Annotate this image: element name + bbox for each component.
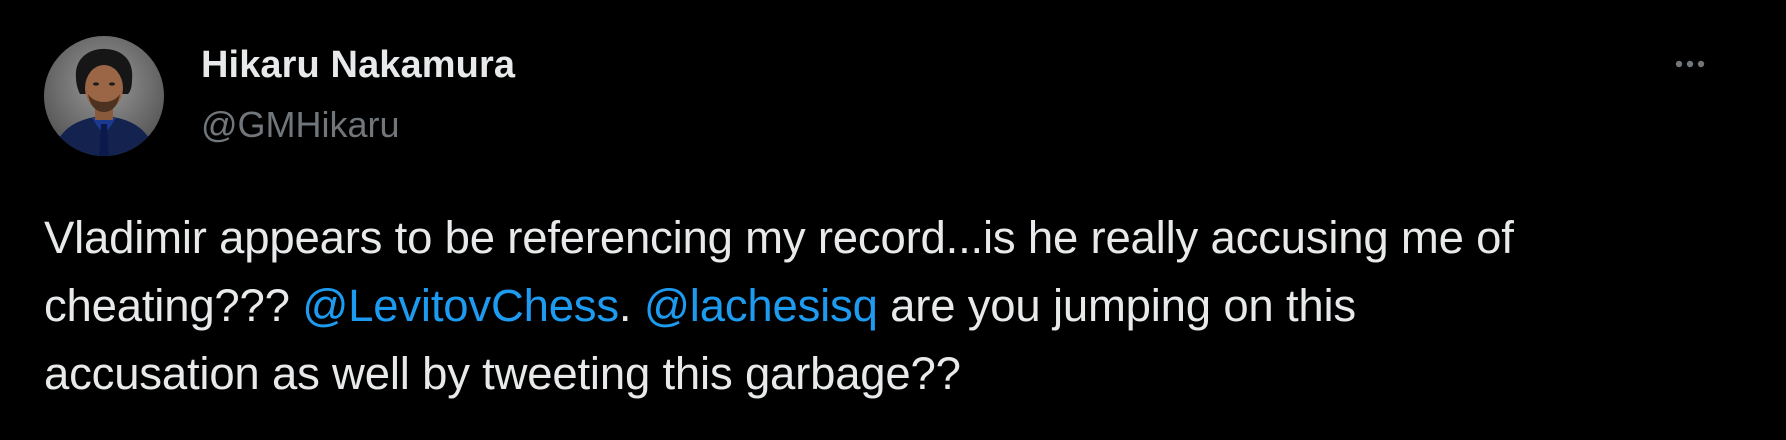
tweet-card: Hikaru Nakamura @GMHikaru Vladimir appea…: [0, 0, 1786, 440]
mention-lachesisq-link[interactable]: @lachesisq: [644, 280, 878, 331]
author-display-name[interactable]: Hikaru Nakamura: [201, 44, 515, 87]
tweet-text-line-2: cheating??? @LevitovChess. @lachesisq ar…: [44, 272, 1744, 340]
more-options-button[interactable]: [1660, 44, 1720, 84]
author-handle[interactable]: @GMHikaru: [201, 104, 400, 146]
avatar-image: [44, 36, 164, 156]
tweet-text-line-1: Vladimir appears to be referencing my re…: [44, 212, 1514, 263]
mention-levitovchess-link[interactable]: @LevitovChess: [302, 280, 619, 331]
avatar[interactable]: [44, 36, 164, 156]
tweet-text-segment: .: [618, 280, 644, 331]
tweet-text-line-3: accusation as well by tweeting this garb…: [44, 348, 961, 399]
tweet-text-segment: are you jumping on this: [877, 280, 1356, 331]
more-horizontal-icon: [1675, 60, 1705, 68]
tweet-text: Vladimir appears to be referencing my re…: [44, 204, 1744, 408]
tweet-text-segment: cheating???: [44, 280, 303, 331]
